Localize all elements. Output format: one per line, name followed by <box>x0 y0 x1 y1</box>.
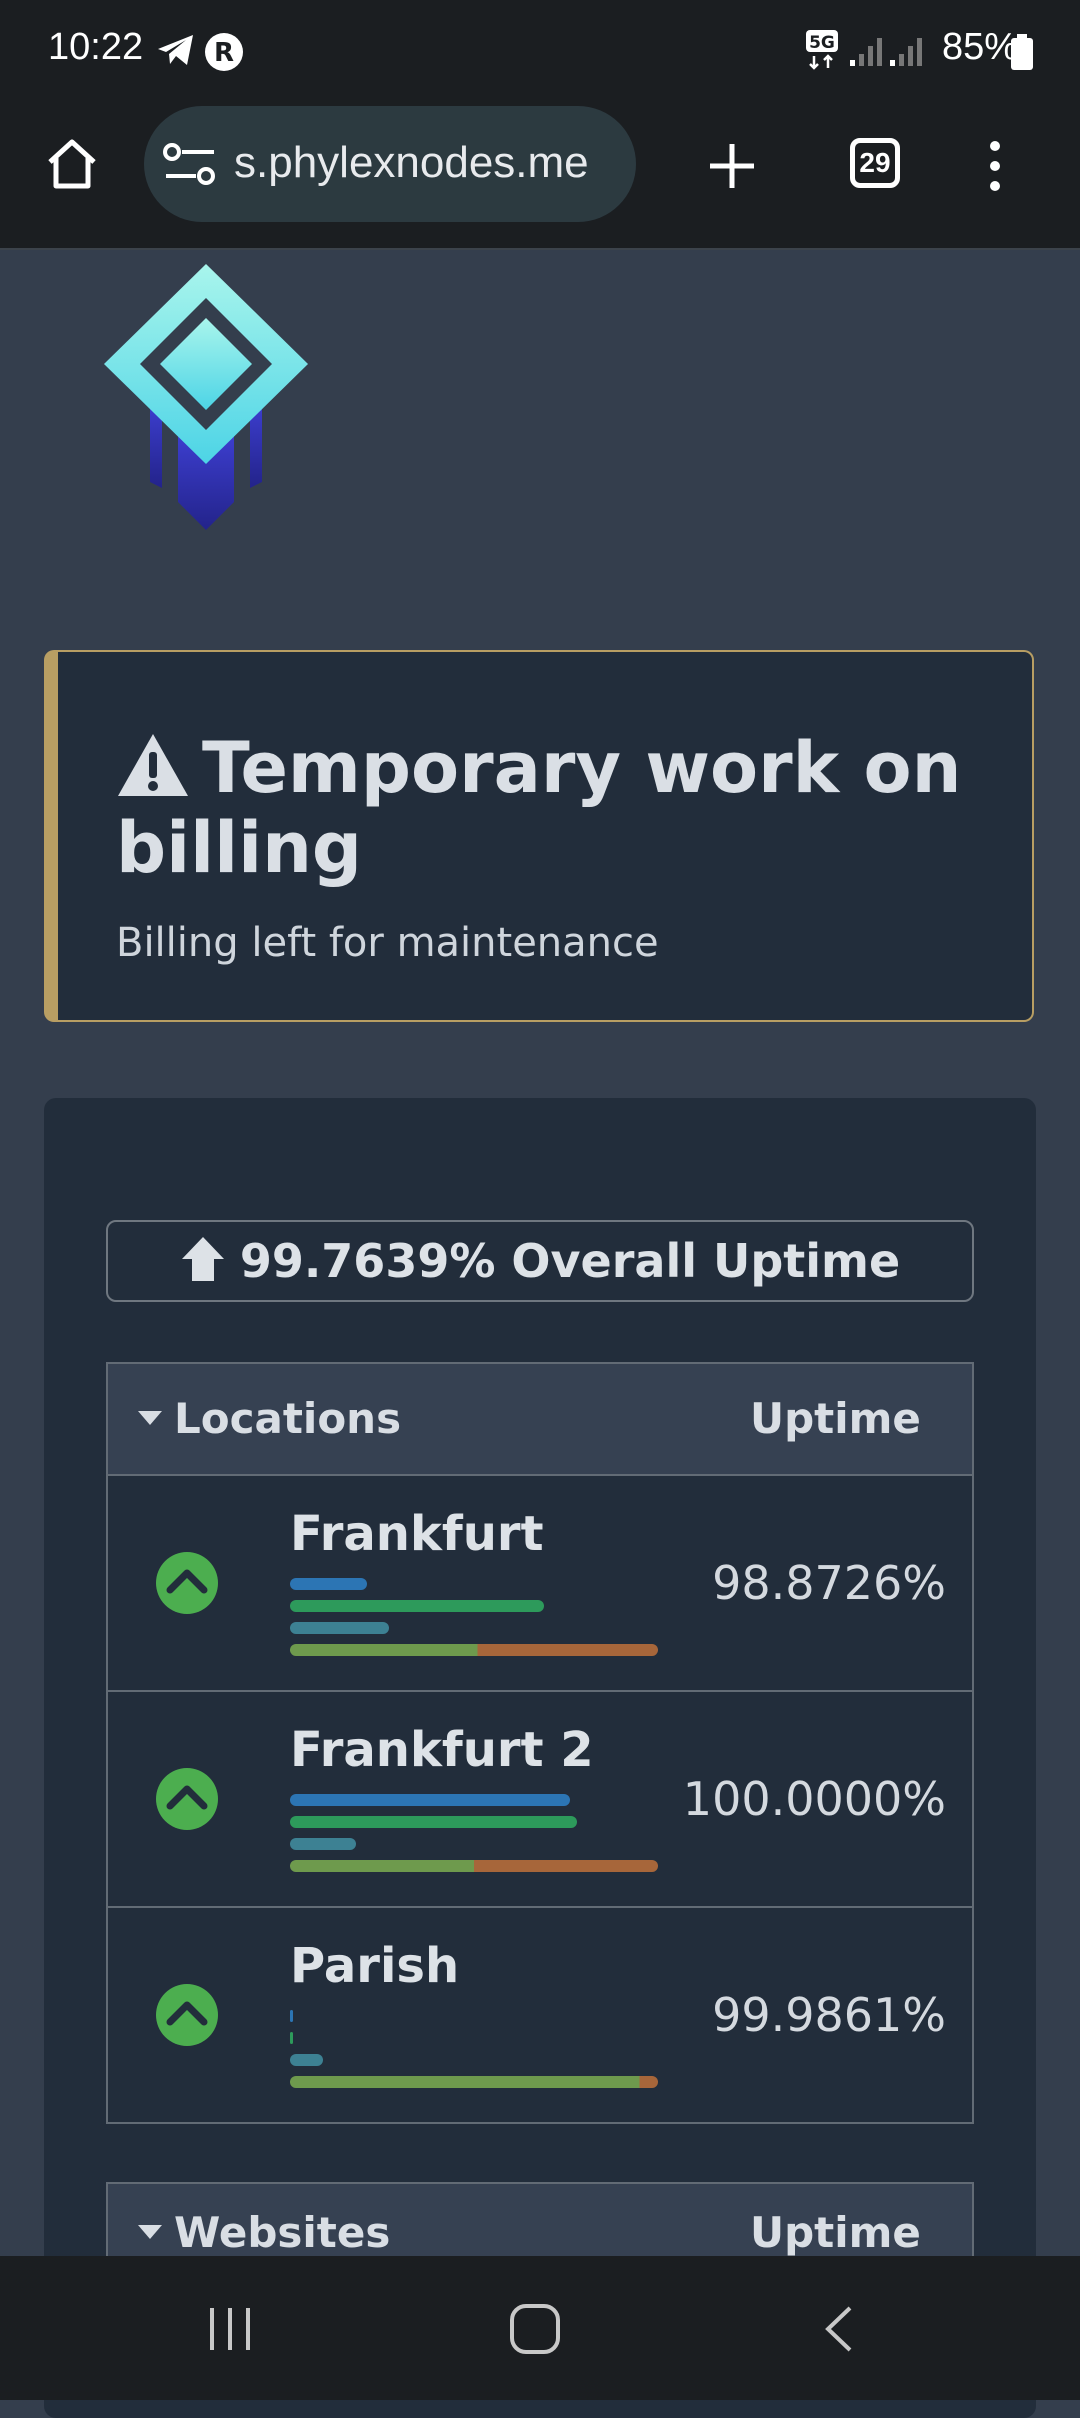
home-nav-icon[interactable] <box>508 2302 562 2356</box>
overall-uptime-badge: 99.7639% Overall Uptime <box>106 1220 974 1302</box>
system-nav-bar <box>0 2256 1080 2400</box>
location-name: Parish <box>290 1938 460 1994</box>
resource-bar-4 <box>290 1860 658 1872</box>
clock: 10:22 <box>48 26 144 68</box>
resource-bar-1 <box>290 1578 368 1590</box>
more-menu-icon[interactable] <box>980 138 1010 194</box>
caret-down-icon <box>138 1411 162 1425</box>
resource-bar-3 <box>290 1622 390 1634</box>
status-up-icon <box>156 1984 218 2046</box>
resource-bar-1 <box>290 2010 293 2022</box>
network-5g-icon: 5G <box>806 30 838 70</box>
arrow-up-icon <box>181 1237 224 1281</box>
caret-down-icon <box>138 2225 162 2239</box>
location-name: Frankfurt <box>290 1506 544 1562</box>
alert-title: Temporary work on billing <box>116 728 1016 888</box>
locations-header-label: Locations <box>174 1394 402 1443</box>
alert-message: Billing left for maintenance <box>116 920 659 966</box>
resource-bars <box>290 1794 658 1882</box>
resource-bars <box>290 2010 658 2098</box>
warning-icon <box>118 734 188 796</box>
resource-bar-2 <box>290 2032 293 2044</box>
home-icon[interactable] <box>42 134 102 194</box>
browser-toolbar: s.phylexnodes.me 29 <box>0 100 1080 250</box>
status-card: 99.7639% Overall Uptime Locations Uptime… <box>44 1098 1036 2418</box>
location-uptime: 100.0000% <box>682 1772 946 1826</box>
back-icon[interactable] <box>820 2304 856 2354</box>
locations-table: Locations Uptime Frankfurt 98.8726% Fran… <box>106 1362 974 2124</box>
resource-bar-3 <box>290 2054 324 2066</box>
maintenance-alert: Temporary work on billing Billing left f… <box>44 650 1034 1022</box>
tab-switcher-button[interactable]: 29 <box>850 138 900 188</box>
websites-uptime-header: Uptime <box>750 2208 921 2257</box>
resource-bar-2 <box>290 1816 578 1828</box>
recent-apps-icon[interactable] <box>206 2304 256 2354</box>
telegram-icon <box>158 35 193 65</box>
svg-text:5G: 5G <box>809 33 835 53</box>
location-uptime: 98.8726% <box>712 1556 946 1610</box>
resource-bar-2 <box>290 1600 544 1612</box>
app-r-icon: R <box>205 33 243 71</box>
location-uptime: 99.9861% <box>712 1988 946 2042</box>
alert-title-text: Temporary work on billing <box>116 727 962 889</box>
signal-icon <box>850 38 882 66</box>
locations-header-name[interactable]: Locations <box>138 1394 401 1443</box>
battery-icon <box>1011 34 1033 70</box>
resource-bar-1 <box>290 1794 570 1806</box>
locations-header[interactable]: Locations Uptime <box>108 1364 972 1476</box>
resource-bars <box>290 1578 658 1666</box>
overall-uptime-text: 99.7639% Overall Uptime <box>239 1234 901 1288</box>
signal-icon-2 <box>890 38 922 66</box>
svg-text:R: R <box>214 38 234 68</box>
status-bar: 10:22 R 5G 85% <box>0 0 1080 100</box>
resource-bar-3 <box>290 1838 357 1850</box>
uptime-header: Uptime <box>750 1394 921 1443</box>
resource-bar-4 <box>290 1644 658 1656</box>
address-bar[interactable]: s.phylexnodes.me <box>144 106 636 222</box>
site-logo <box>104 264 308 530</box>
location-row[interactable]: Frankfurt 98.8726% <box>108 1476 972 1692</box>
battery-percent: 85% <box>941 26 1018 68</box>
location-name: Frankfurt 2 <box>290 1722 594 1778</box>
url-text: s.phylexnodes.me <box>234 138 589 187</box>
site-settings-icon[interactable] <box>162 140 220 190</box>
resource-bar-4 <box>290 2076 658 2088</box>
websites-header-label: Websites <box>174 2208 391 2257</box>
status-up-icon <box>156 1768 218 1830</box>
status-up-icon <box>156 1552 218 1614</box>
location-row[interactable]: Frankfurt 2 100.0000% <box>108 1692 972 1908</box>
websites-header-name[interactable]: Websites <box>138 2208 390 2257</box>
new-tab-icon[interactable] <box>706 140 758 192</box>
location-row[interactable]: Parish 99.9861% <box>108 1908 972 2122</box>
